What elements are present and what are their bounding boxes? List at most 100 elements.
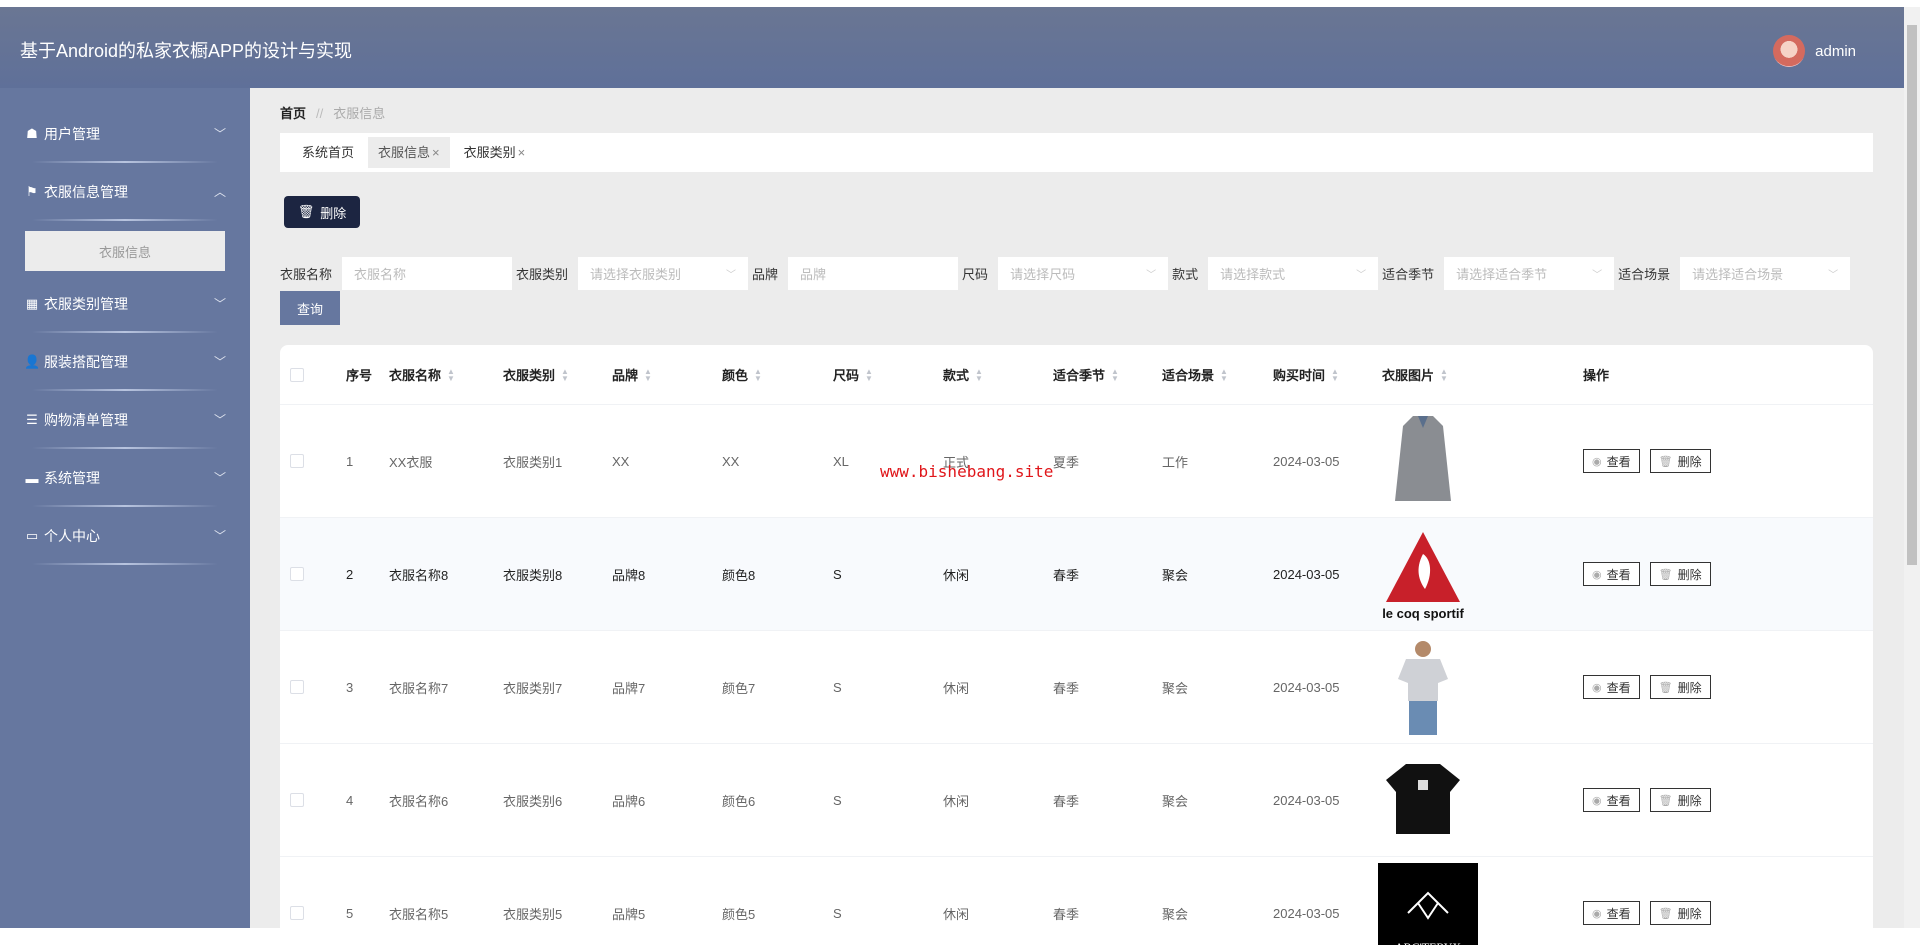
table-cell: S bbox=[833, 905, 842, 921]
sort-icon[interactable]: ▲ ▼ bbox=[754, 367, 762, 382]
filter-input-5[interactable]: 请选择适合季节 ﹀ bbox=[1444, 257, 1615, 290]
table-cell: XX bbox=[722, 453, 740, 469]
column-header: 衣服图片 bbox=[1382, 368, 1435, 383]
table-cell: XL bbox=[833, 453, 849, 469]
close-icon[interactable]: × bbox=[432, 145, 440, 160]
header-cell[interactable]: 颜色 ▲ ▼ bbox=[722, 345, 762, 404]
user-icon: 👤 bbox=[24, 354, 41, 369]
scrollbar-thumb[interactable] bbox=[1907, 25, 1917, 565]
sort-icon[interactable]: ▲ ▼ bbox=[1331, 367, 1339, 382]
page-scrollbar[interactable] bbox=[1904, 7, 1920, 928]
clothes-image[interactable] bbox=[1378, 405, 1468, 517]
table-cell: 品牌7 bbox=[612, 680, 646, 696]
sort-icon[interactable]: ▲ ▼ bbox=[865, 367, 873, 382]
filter-input-1[interactable]: 请选择衣服类别 ﹀ bbox=[578, 257, 749, 290]
home-user-icon: ☗ bbox=[26, 126, 38, 141]
table-cell: 春季 bbox=[1053, 567, 1080, 583]
header-cell bbox=[290, 345, 304, 404]
delete-label: 删除 bbox=[320, 205, 347, 221]
sidebar-item-4[interactable]: ☰ 购物清单管理 ﹀ bbox=[0, 391, 250, 449]
header-cell[interactable]: 购买时间 ▲ ▼ bbox=[1273, 345, 1339, 404]
sort-icon[interactable]: ▲ ▼ bbox=[1220, 367, 1228, 382]
table-cell: 1 bbox=[346, 453, 354, 469]
user-menu[interactable]: admin bbox=[1773, 35, 1856, 67]
filter-input-3[interactable]: 请选择尺码 ﹀ bbox=[998, 257, 1169, 290]
trash-icon: 🗑 bbox=[1658, 455, 1673, 468]
sidebar-item-1[interactable]: ⚑ 衣服信息管理 ︿ bbox=[0, 163, 250, 221]
table-cell: 春季 bbox=[1053, 906, 1080, 922]
delete-button[interactable]: 🗑 删除 bbox=[1649, 449, 1711, 473]
tab-clothes-category[interactable]: 衣服类别 × bbox=[454, 137, 536, 168]
table-cell: 聚会 bbox=[1162, 567, 1189, 583]
table-row: 5 衣服名称5 衣服类别5 品牌5 颜色5 S 休闲 春季 聚会 2024-03-05 ARC'TE… bbox=[280, 857, 1873, 945]
sort-icon[interactable]: ▲ ▼ bbox=[975, 367, 983, 382]
select-all-checkbox[interactable] bbox=[290, 367, 304, 382]
view-button[interactable]: ◉ 查看 bbox=[1583, 675, 1640, 699]
filter-label: 适合场景 bbox=[1618, 267, 1671, 282]
sort-icon[interactable]: ▲ ▼ bbox=[447, 367, 455, 382]
table-cell: 休闲 bbox=[943, 680, 970, 696]
row-checkbox[interactable] bbox=[290, 793, 304, 807]
sidebar-item-6[interactable]: ▭ 个人中心 ﹀ bbox=[0, 507, 250, 565]
sidebar-item-0[interactable]: ☗ 用户管理 ﹀ bbox=[0, 105, 250, 163]
column-header: 购买时间 bbox=[1273, 368, 1326, 383]
filter-input-2[interactable]: 品牌 bbox=[788, 257, 959, 290]
sort-icon[interactable]: ▲ ▼ bbox=[561, 367, 569, 382]
sidebar-subitem-clothes-info[interactable]: 衣服信息 bbox=[25, 231, 225, 271]
clothes-image[interactable] bbox=[1378, 744, 1468, 856]
filter-label: 衣服名称 bbox=[280, 267, 333, 282]
breadcrumb: 首页 // 衣服信息 bbox=[280, 103, 385, 122]
tab-label: 系统首页 bbox=[302, 145, 355, 160]
tab-clothes-info[interactable]: 衣服信息 × bbox=[368, 137, 450, 168]
header-cell[interactable]: 衣服图片 ▲ ▼ bbox=[1382, 345, 1448, 404]
actions-cell: ◉ 查看 🗑 删除 bbox=[1583, 405, 1721, 517]
filter-input-4[interactable]: 请选择款式 ﹀ bbox=[1208, 257, 1379, 290]
sidebar-item-2[interactable]: ▦ 衣服类别管理 ﹀ bbox=[0, 275, 250, 333]
breadcrumb-home[interactable]: 首页 bbox=[280, 106, 306, 121]
sort-icon[interactable]: ▲ ▼ bbox=[1440, 367, 1448, 382]
header-cell[interactable]: 款式 ▲ ▼ bbox=[943, 345, 983, 404]
sort-icon[interactable]: ▲ ▼ bbox=[1111, 367, 1119, 382]
row-checkbox[interactable] bbox=[290, 567, 304, 581]
table-cell: 春季 bbox=[1053, 793, 1080, 809]
clothes-image[interactable] bbox=[1378, 631, 1468, 743]
table-cell: S bbox=[833, 792, 842, 808]
svg-text:ARC'TERYX: ARC'TERYX bbox=[1395, 940, 1462, 945]
chevron-down-icon: ﹀ bbox=[726, 270, 737, 281]
header-cell[interactable]: 尺码 ▲ ▼ bbox=[833, 345, 873, 404]
view-button[interactable]: ◉ 查看 bbox=[1583, 901, 1640, 925]
header-cell[interactable]: 适合场景 ▲ ▼ bbox=[1162, 345, 1228, 404]
clothes-image[interactable]: ARC'TERYX bbox=[1378, 857, 1478, 945]
header-cell[interactable]: 衣服名称 ▲ ▼ bbox=[389, 345, 455, 404]
view-label: 查看 bbox=[1606, 680, 1631, 695]
clothes-image[interactable]: le coq sportif bbox=[1378, 518, 1468, 630]
row-checkbox[interactable] bbox=[290, 680, 304, 694]
delete-button[interactable]: 🗑 删除 bbox=[1649, 901, 1711, 925]
tab-home[interactable]: 系统首页 bbox=[292, 137, 364, 168]
delete-button[interactable]: 🗑 删除 bbox=[1649, 788, 1711, 812]
header-cell[interactable]: 衣服类别 ▲ ▼ bbox=[503, 345, 569, 404]
batch-delete-button[interactable]: 🗑 删除 bbox=[284, 196, 360, 228]
eye-icon: ◉ bbox=[1592, 907, 1602, 920]
view-button[interactable]: ◉ 查看 bbox=[1583, 788, 1640, 812]
sidebar-item-5[interactable]: ▬ 系统管理 ﹀ bbox=[0, 449, 250, 507]
filter-input-0[interactable]: 衣服名称 bbox=[342, 257, 513, 290]
delete-button[interactable]: 🗑 删除 bbox=[1649, 562, 1711, 586]
sidebar-item-label: 服装搭配管理 bbox=[44, 354, 128, 370]
close-icon[interactable]: × bbox=[518, 145, 526, 160]
table-cell: 休闲 bbox=[943, 567, 970, 583]
row-select-cell bbox=[290, 857, 304, 945]
header-cell[interactable]: 品牌 ▲ ▼ bbox=[612, 345, 652, 404]
query-button[interactable]: 查询 bbox=[280, 291, 340, 325]
row-checkbox[interactable] bbox=[290, 906, 304, 920]
view-button[interactable]: ◉ 查看 bbox=[1583, 562, 1640, 586]
filter-input-6[interactable]: 请选择适合场景 ﹀ bbox=[1680, 257, 1851, 290]
row-checkbox[interactable] bbox=[290, 454, 304, 468]
table-cell: 工作 bbox=[1162, 454, 1189, 470]
table-cell: 2024-03-05 bbox=[1273, 679, 1340, 695]
sort-icon[interactable]: ▲ ▼ bbox=[644, 367, 652, 382]
delete-button[interactable]: 🗑 删除 bbox=[1649, 675, 1711, 699]
sidebar-item-3[interactable]: 👤 服装搭配管理 ﹀ bbox=[0, 333, 250, 391]
header-cell[interactable]: 适合季节 ▲ ▼ bbox=[1053, 345, 1119, 404]
view-button[interactable]: ◉ 查看 bbox=[1583, 449, 1640, 473]
